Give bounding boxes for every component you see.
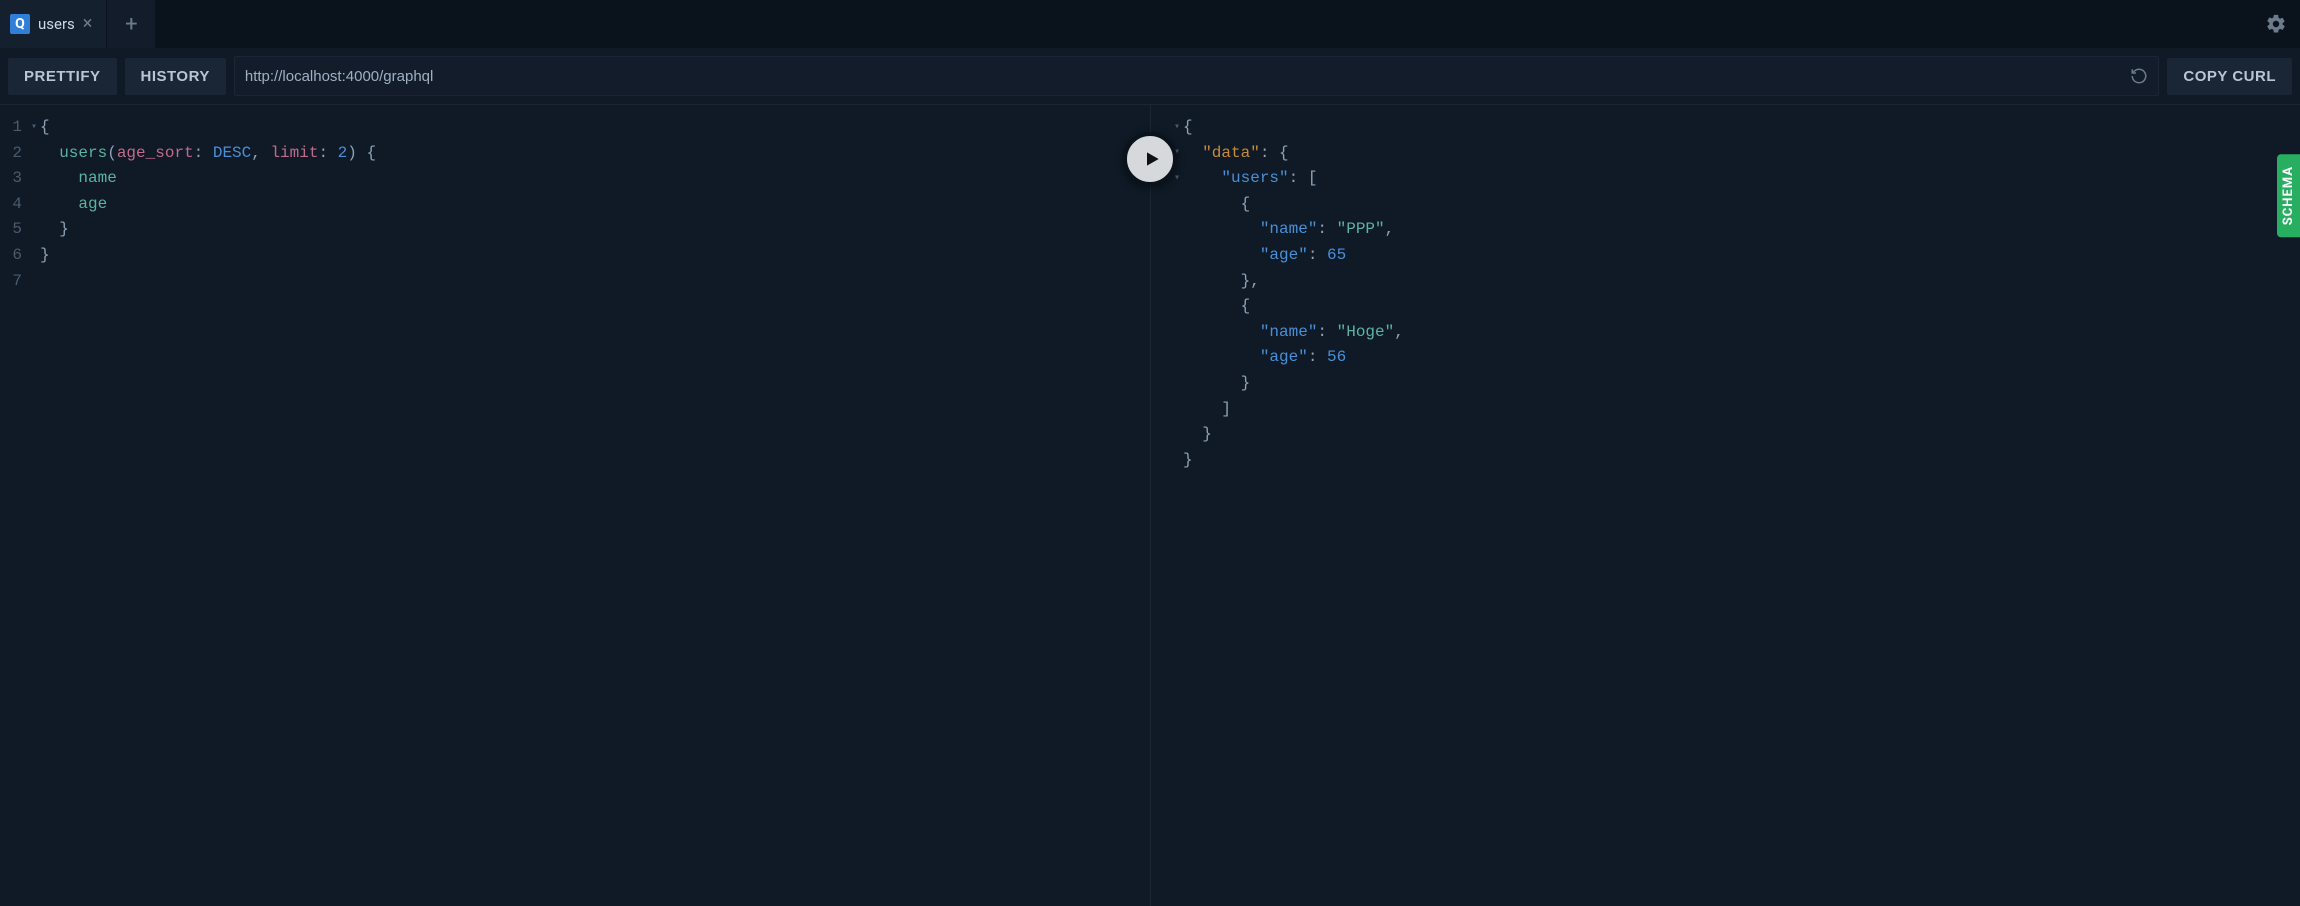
copy-curl-button[interactable]: COPY CURL — [2167, 58, 2292, 95]
editor-split: 1▾{2 users(age_sort: DESC, limit: 2) {3 … — [0, 104, 2300, 906]
response-viewer: ▾{▾ "data": {▾ "users": [ { "name": "PPP… — [1150, 104, 2300, 906]
query-line: 2 users(age_sort: DESC, limit: 2) { — [0, 141, 1150, 167]
execute-button[interactable] — [1123, 132, 1177, 186]
fold-toggle — [1171, 371, 1183, 397]
line-number: 2 — [0, 141, 28, 167]
fold-toggle — [1171, 294, 1183, 320]
fold-toggle — [1171, 422, 1183, 448]
endpoint-input-wrap — [234, 56, 2160, 96]
fold-toggle — [28, 141, 40, 167]
query-line: 7 — [0, 269, 1150, 295]
response-line: ] — [1171, 397, 2300, 423]
close-tab-icon[interactable]: × — [83, 15, 93, 33]
endpoint-input[interactable] — [245, 68, 2131, 85]
response-line: "name": "Hoge", — [1171, 320, 2300, 346]
query-editor[interactable]: 1▾{2 users(age_sort: DESC, limit: 2) {3 … — [0, 104, 1150, 906]
tab-label: users — [38, 15, 75, 33]
play-icon — [1142, 149, 1162, 169]
query-line: 3 name — [0, 166, 1150, 192]
query-line: 5 } — [0, 217, 1150, 243]
response-line: { — [1171, 294, 2300, 320]
fold-toggle — [1171, 269, 1183, 295]
response-line: } — [1171, 371, 2300, 397]
line-number: 5 — [0, 217, 28, 243]
reload-button[interactable] — [2130, 67, 2148, 85]
fold-toggle — [1171, 320, 1183, 346]
response-line: "age": 65 — [1171, 243, 2300, 269]
fold-toggle — [1171, 345, 1183, 371]
response-line: { — [1171, 192, 2300, 218]
fold-toggle — [1171, 397, 1183, 423]
fold-toggle — [28, 243, 40, 269]
history-button[interactable]: HISTORY — [125, 58, 226, 95]
query-badge: Q — [10, 14, 30, 34]
response-line: "name": "PPP", — [1171, 217, 2300, 243]
app-root: Q users × + PRETTIFY HISTORY COPY CURL 1… — [0, 0, 2300, 906]
query-line: 1▾{ — [0, 115, 1150, 141]
fold-toggle[interactable]: ▾ — [1171, 115, 1183, 141]
response-line: ▾ "users": [ — [1171, 166, 2300, 192]
line-number: 7 — [0, 269, 28, 295]
fold-toggle — [28, 217, 40, 243]
fold-toggle — [1171, 217, 1183, 243]
fold-toggle — [28, 269, 40, 295]
schema-toggle[interactable]: SCHEMA — [2277, 154, 2300, 237]
reload-icon — [2130, 67, 2148, 85]
line-number: 6 — [0, 243, 28, 269]
tab-active[interactable]: Q users × — [0, 0, 107, 48]
fold-toggle — [28, 166, 40, 192]
response-line: ▾{ — [1171, 115, 2300, 141]
new-tab-button[interactable]: + — [107, 0, 155, 48]
fold-toggle[interactable]: ▾ — [28, 115, 40, 141]
line-number: 4 — [0, 192, 28, 218]
query-line: 4 age — [0, 192, 1150, 218]
fold-toggle — [1171, 448, 1183, 474]
response-line: } — [1171, 422, 2300, 448]
toolbar: PRETTIFY HISTORY COPY CURL — [0, 48, 2300, 104]
fold-toggle — [28, 192, 40, 218]
fold-toggle — [1171, 192, 1183, 218]
response-line: "age": 56 — [1171, 345, 2300, 371]
line-number: 1 — [0, 115, 28, 141]
fold-toggle — [1171, 243, 1183, 269]
gear-icon — [2265, 13, 2287, 35]
prettify-button[interactable]: PRETTIFY — [8, 58, 117, 95]
query-line: 6} — [0, 243, 1150, 269]
response-line: ▾ "data": { — [1171, 141, 2300, 167]
line-number: 3 — [0, 166, 28, 192]
settings-button[interactable] — [2252, 0, 2300, 48]
response-line: }, — [1171, 269, 2300, 295]
tab-bar: Q users × + — [0, 0, 2300, 48]
response-line: } — [1171, 448, 2300, 474]
